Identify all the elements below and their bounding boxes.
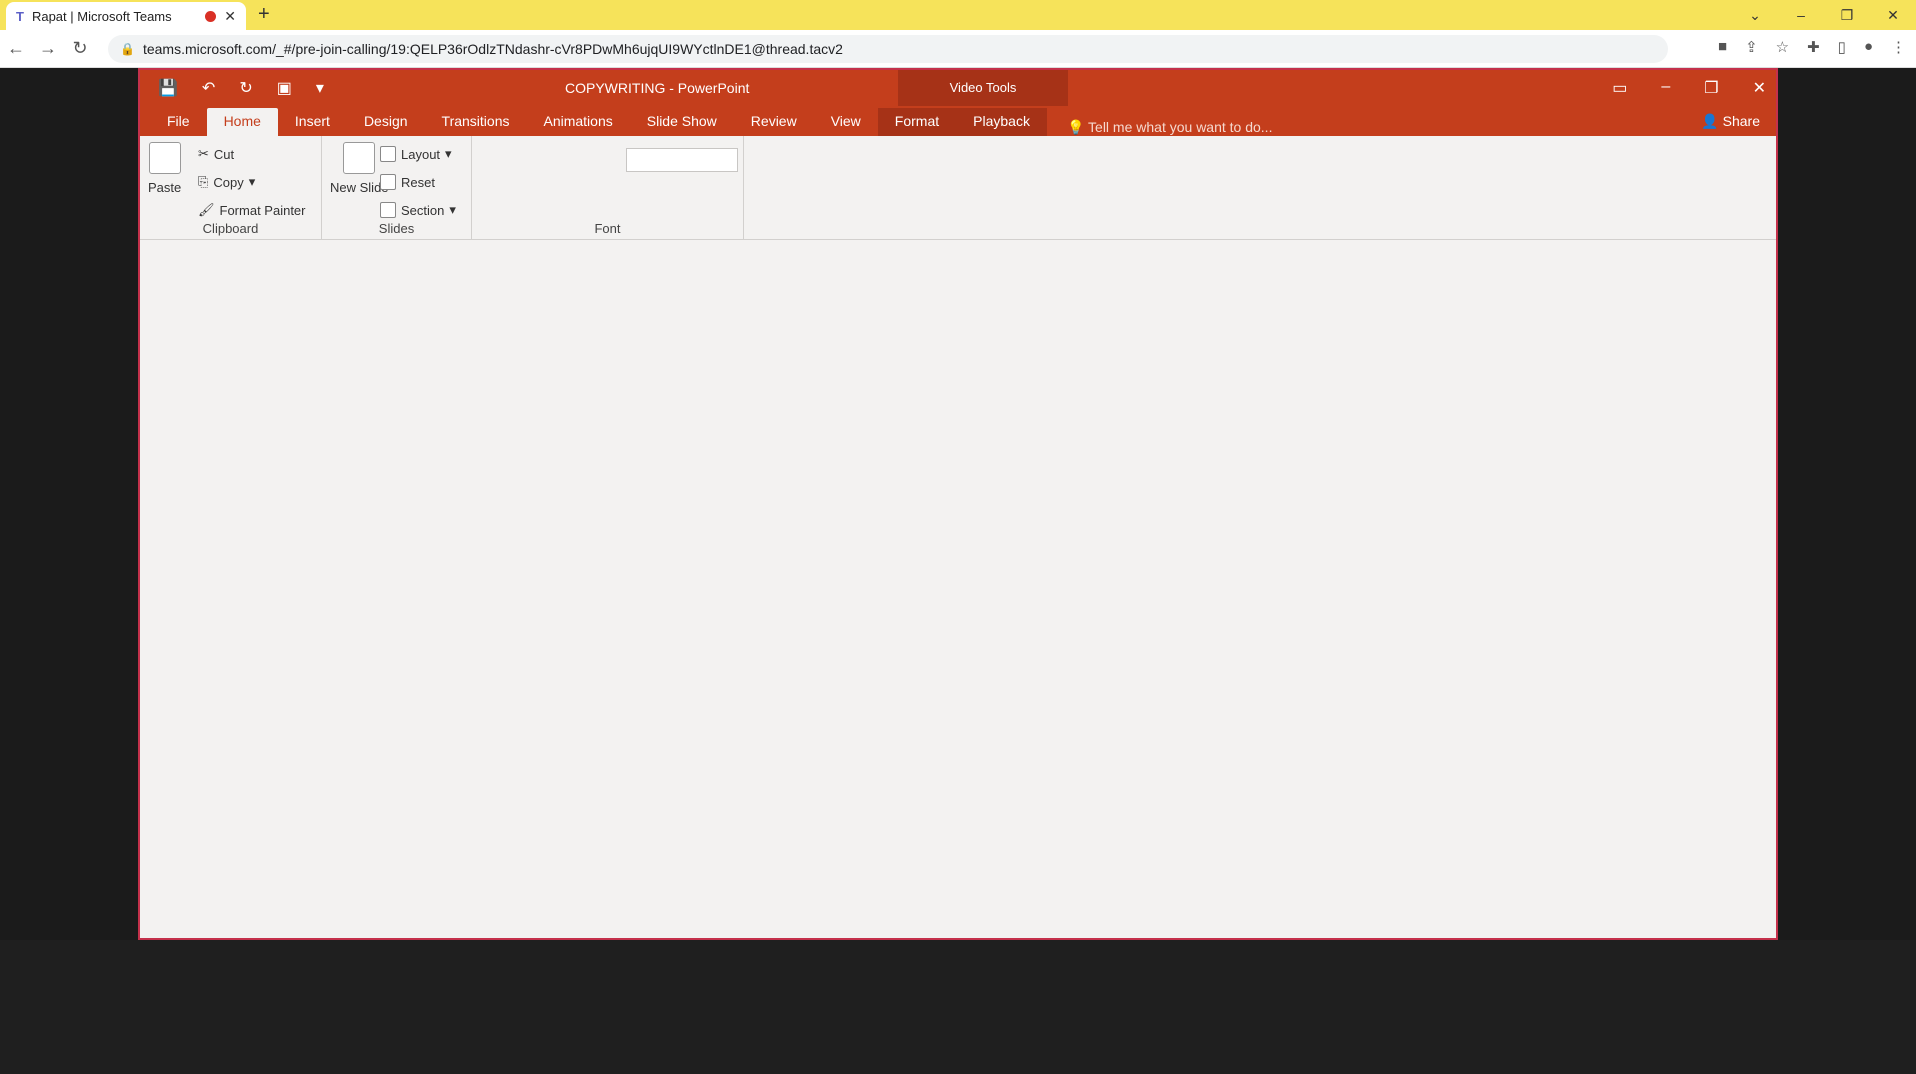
customize-qat-icon[interactable]: ▾ xyxy=(316,78,324,98)
save-icon[interactable]: 💾 xyxy=(158,78,178,98)
bookmark-star-icon[interactable]: ☆ xyxy=(1776,38,1789,56)
ppt-restore-button[interactable]: ❐ xyxy=(1704,78,1718,98)
format-painter-button[interactable]: 🖌 Format Painter xyxy=(198,202,306,218)
new-tab-button[interactable]: + xyxy=(258,3,270,26)
copy-button[interactable]: ⎘ Copy ▾ xyxy=(198,174,255,190)
ribbon-tabs: File Home Insert Design Transitions Anim… xyxy=(140,106,1776,136)
recording-icon xyxy=(205,10,217,22)
back-button[interactable]: ← xyxy=(0,38,32,59)
minimize-button[interactable]: – xyxy=(1778,7,1824,23)
tab-view[interactable]: View xyxy=(814,108,878,136)
undo-icon[interactable]: ↶ xyxy=(202,78,215,98)
camera-icon[interactable]: ■ xyxy=(1718,38,1727,56)
font-group: Font xyxy=(472,136,744,240)
video-tools-label: Video Tools xyxy=(898,70,1068,106)
close-tab-icon[interactable]: ✕ xyxy=(224,8,236,25)
address-bar[interactable]: 🔒 teams.microsoft.com/_#/pre-join-callin… xyxy=(108,35,1668,63)
section-button[interactable]: Section ▾ xyxy=(380,202,456,218)
format-painter-label: Format Painter xyxy=(219,202,306,218)
tab-animations[interactable]: Animations xyxy=(526,108,629,136)
tab-insert[interactable]: Insert xyxy=(278,108,347,136)
lock-icon: 🔒 xyxy=(120,42,135,56)
new-slide-icon xyxy=(343,142,376,174)
tab-search-icon[interactable]: ⌄ xyxy=(1732,7,1778,24)
section-icon xyxy=(380,202,396,218)
share-button[interactable]: 👤 Share xyxy=(1701,108,1760,136)
url-text: teams.microsoft.com/_#/pre-join-calling/… xyxy=(142,41,843,57)
powerpoint-window: 💾 ↶ ↻ ▣ ▾ COPYWRITING - PowerPoint Video… xyxy=(138,68,1778,940)
clipboard-label: Clipboard xyxy=(202,221,259,236)
browser-actions: ■ ⇪ ☆ ✚ ▯ ● ⋮ xyxy=(1718,38,1906,56)
ppt-close-button[interactable]: ✕ xyxy=(1753,78,1766,98)
tab-file[interactable]: File xyxy=(150,108,207,136)
ppt-window-controls: ▭ – ❐ ✕ xyxy=(1612,78,1766,98)
reload-button[interactable]: ↻ xyxy=(64,38,96,59)
browser-window-controls: ⌄ – ❐ ✕ xyxy=(1732,0,1916,30)
paste-label: Paste xyxy=(148,180,182,195)
redo-icon[interactable]: ↻ xyxy=(239,78,252,98)
quick-access-toolbar: 💾 ↶ ↻ ▣ ▾ xyxy=(158,78,324,98)
screen: T Rapat | Microsoft Teams ✕ + ⌄ – ❐ ✕ ← … xyxy=(0,0,1916,1074)
ppt-document-title: COPYWRITING - PowerPoint xyxy=(565,80,750,96)
share-label: Share xyxy=(1722,113,1760,129)
browser-tab-strip: T Rapat | Microsoft Teams ✕ + ⌄ – ❐ ✕ xyxy=(0,0,1916,30)
share-icon[interactable]: ⇪ xyxy=(1745,38,1758,56)
paste-icon xyxy=(148,142,181,174)
sidebar-icon[interactable]: ▯ xyxy=(1838,38,1846,56)
ppt-minimize-button[interactable]: – xyxy=(1661,78,1670,98)
reset-label: Reset xyxy=(401,174,435,190)
layout-label: Layout xyxy=(401,146,441,162)
paste-button[interactable]: Paste xyxy=(148,142,181,195)
ppt-title-bar: 💾 ↶ ↻ ▣ ▾ COPYWRITING - PowerPoint Video… xyxy=(140,70,1776,106)
tab-transitions[interactable]: Transitions xyxy=(425,108,527,136)
extensions-icon[interactable]: ✚ xyxy=(1807,38,1820,56)
tab-design[interactable]: Design xyxy=(347,108,425,136)
tab-home[interactable]: Home xyxy=(206,108,278,136)
tab-playback[interactable]: Playback xyxy=(956,108,1047,136)
tab-format[interactable]: Format xyxy=(877,108,957,136)
cut-label: Cut xyxy=(213,146,235,162)
ribbon-home: Paste ✂ Cut ⎘ Copy ▾ 🖌 Format Painter Clipb… xyxy=(140,136,1776,240)
tab-review[interactable]: Review xyxy=(734,108,814,136)
tab-slide-show[interactable]: Slide Show xyxy=(630,108,734,136)
layout-icon xyxy=(380,146,396,162)
tab-title: Rapat | Microsoft Teams xyxy=(31,8,172,24)
profile-avatar[interactable]: ● xyxy=(1864,38,1873,56)
browser-menu-icon[interactable]: ⋮ xyxy=(1891,38,1906,56)
clipboard-group: Paste ✂ Cut ⎘ Copy ▾ 🖌 Format Painter Clipb… xyxy=(140,136,322,240)
tell-me-text: Tell me what you want to do... xyxy=(1088,119,1273,135)
layout-button[interactable]: Layout ▾ xyxy=(380,146,452,162)
section-label: Section xyxy=(401,202,445,218)
present-icon[interactable]: ▣ xyxy=(277,78,292,98)
brush-icon: 🖌 xyxy=(198,202,215,217)
close-window-button[interactable]: ✕ xyxy=(1870,7,1916,24)
forward-button[interactable]: → xyxy=(32,38,64,59)
ribbon-display-icon[interactable]: ▭ xyxy=(1612,78,1627,98)
font-name-box[interactable] xyxy=(626,148,738,172)
copy-label: Copy xyxy=(213,174,244,190)
slides-label: Slides xyxy=(378,221,415,236)
teams-logo-icon: T xyxy=(16,8,24,24)
font-label: Font xyxy=(594,221,621,236)
scissors-icon: ✂ xyxy=(198,146,209,161)
reset-button[interactable]: Reset xyxy=(380,174,435,190)
cut-button[interactable]: ✂ Cut xyxy=(198,146,234,162)
restore-button[interactable]: ❐ xyxy=(1824,7,1870,24)
slides-group: New Slide Layout ▾ Reset Section ▾ Slide… xyxy=(322,136,472,240)
browser-toolbar: ← → ↻ 🔒 teams.microsoft.com/_#/pre-join-… xyxy=(0,30,1916,68)
browser-tab-teams[interactable]: T Rapat | Microsoft Teams ✕ xyxy=(6,2,246,30)
copy-icon: ⎘ xyxy=(198,174,209,189)
reset-icon xyxy=(380,174,396,190)
tell-me-search[interactable]: 💡 Tell me what you want to do... xyxy=(1067,119,1273,136)
